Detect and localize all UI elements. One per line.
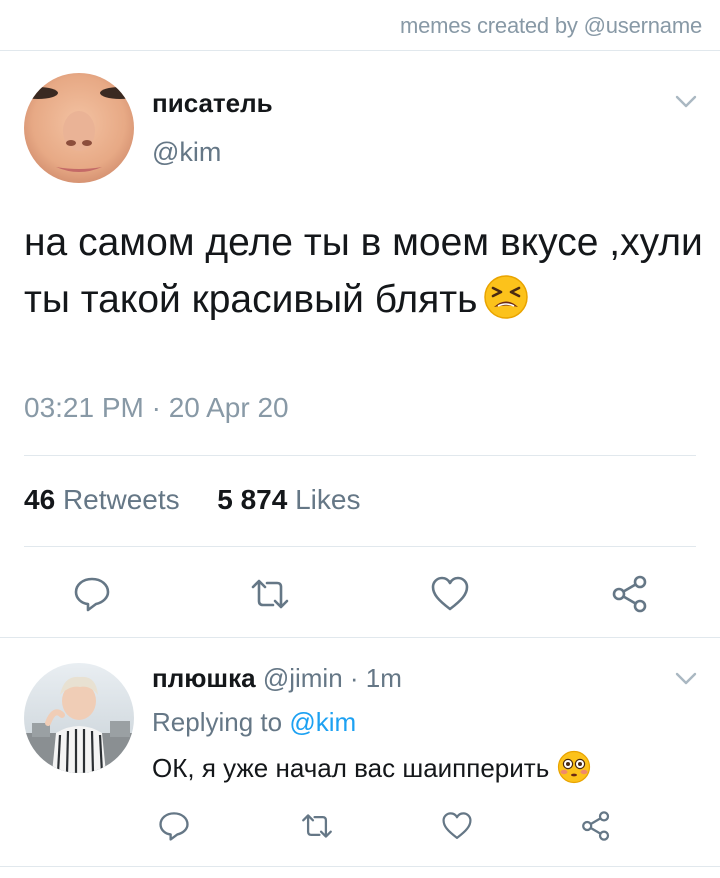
retweet-icon: [251, 579, 289, 609]
like-icon: [431, 576, 469, 611]
likes-label[interactable]: Likes: [295, 484, 360, 515]
display-name[interactable]: писатель: [152, 88, 273, 119]
tired-face-emoji: [483, 274, 529, 336]
retweet-icon: [302, 814, 332, 838]
reply-handle[interactable]: @jimin: [263, 663, 343, 693]
retweets-count[interactable]: 46: [24, 484, 55, 515]
reply-retweet-button[interactable]: [297, 806, 337, 846]
reply-share-button[interactable]: [576, 806, 616, 846]
divider: [0, 50, 720, 51]
replying-to-label: Replying to: [152, 707, 283, 737]
divider: [0, 866, 720, 867]
chevron-down-icon[interactable]: [675, 672, 697, 686]
reply-icon: [74, 577, 110, 612]
reply-display-name[interactable]: плюшка: [152, 663, 256, 693]
likes-count[interactable]: 5 874: [217, 484, 287, 515]
divider: [24, 455, 696, 456]
share-button[interactable]: [606, 570, 654, 618]
reply-separator: ·: [349, 663, 359, 693]
reply-reply-button[interactable]: [154, 806, 194, 846]
reply-like-button[interactable]: [437, 806, 477, 846]
replying-to-link[interactable]: @kim: [289, 707, 356, 737]
retweet-button[interactable]: [246, 570, 294, 618]
divider: [24, 546, 696, 547]
reply-button[interactable]: [68, 570, 116, 618]
reply-text-content: ОК, я уже начал вас шаипперить: [152, 753, 550, 783]
divider: [0, 637, 720, 638]
timestamp[interactable]: 03:21 PM · 20 Apr 20: [24, 392, 289, 424]
like-button[interactable]: [426, 570, 474, 618]
watermark: memes created by @username: [399, 13, 702, 38]
user-handle[interactable]: @kim: [152, 137, 221, 168]
engagement-stats: 46 Retweets 5 874 Likes: [24, 484, 360, 516]
reply-avatar[interactable]: [24, 663, 134, 773]
share-icon: [612, 575, 647, 613]
replying-to: Replying to @kim: [152, 707, 356, 738]
reply-text: ОК, я уже начал вас шаипперить: [152, 750, 591, 791]
reply-icon: [159, 812, 189, 841]
share-icon: [582, 811, 610, 841]
avatar[interactable]: [24, 73, 134, 183]
tweet-text: на самом деле ты в моем вкусе ,хули ты т…: [24, 214, 704, 336]
retweets-label[interactable]: Retweets: [63, 484, 180, 515]
chevron-down-icon[interactable]: [675, 95, 697, 109]
flushed-face-emoji: [557, 750, 591, 791]
reply-header: плюшка @jimin · 1m: [152, 663, 402, 694]
like-icon: [442, 812, 472, 839]
reply-time[interactable]: 1m: [366, 663, 402, 693]
tweet-text-content: на самом деле ты в моем вкусе ,хули ты т…: [24, 221, 703, 321]
